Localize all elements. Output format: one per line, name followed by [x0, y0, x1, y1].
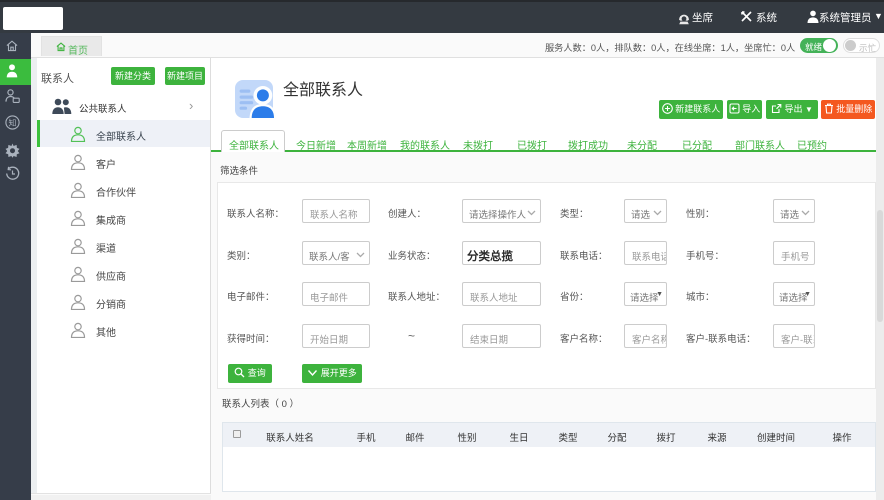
svg-text:知: 知	[9, 117, 17, 127]
